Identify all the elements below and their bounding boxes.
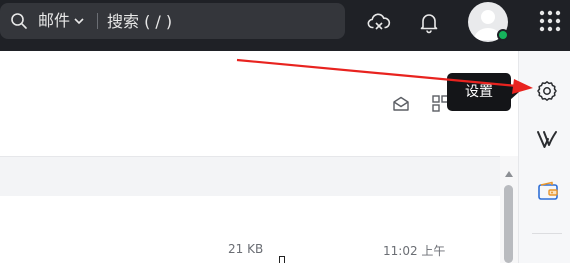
bell-icon[interactable] xyxy=(417,10,441,34)
tooltip-tail xyxy=(510,84,519,100)
top-bar: 邮件 xyxy=(0,0,570,51)
search-divider xyxy=(97,13,98,29)
list-header-band xyxy=(0,156,500,196)
mail-size: 21 KB xyxy=(228,242,264,256)
scrollbar-thumb[interactable] xyxy=(504,185,513,263)
search-icon xyxy=(11,13,27,29)
scroll-up-arrow-icon[interactable] xyxy=(504,170,514,178)
settings-tooltip: 设置 xyxy=(447,73,511,111)
envelope-read-icon[interactable] xyxy=(391,94,411,114)
v-logo-icon[interactable] xyxy=(535,127,559,151)
apps-grid-icon[interactable] xyxy=(539,10,561,32)
search-scope-label: 邮件 xyxy=(38,11,71,30)
search-scope-dropdown[interactable]: 邮件 xyxy=(38,11,85,31)
search-box[interactable]: 邮件 xyxy=(0,3,345,39)
wallet-icon[interactable] xyxy=(536,179,560,203)
rail-separator xyxy=(532,233,562,234)
chevron-down-icon xyxy=(74,18,84,25)
gear-icon[interactable] xyxy=(535,79,559,103)
cloud-sync-icon[interactable] xyxy=(367,10,391,34)
mail-time: 11:02 上午 xyxy=(383,244,446,258)
online-status-dot xyxy=(497,29,509,41)
tooltip-text: 设置 xyxy=(465,84,493,100)
search-input[interactable] xyxy=(107,9,337,33)
text-cursor xyxy=(279,256,285,263)
